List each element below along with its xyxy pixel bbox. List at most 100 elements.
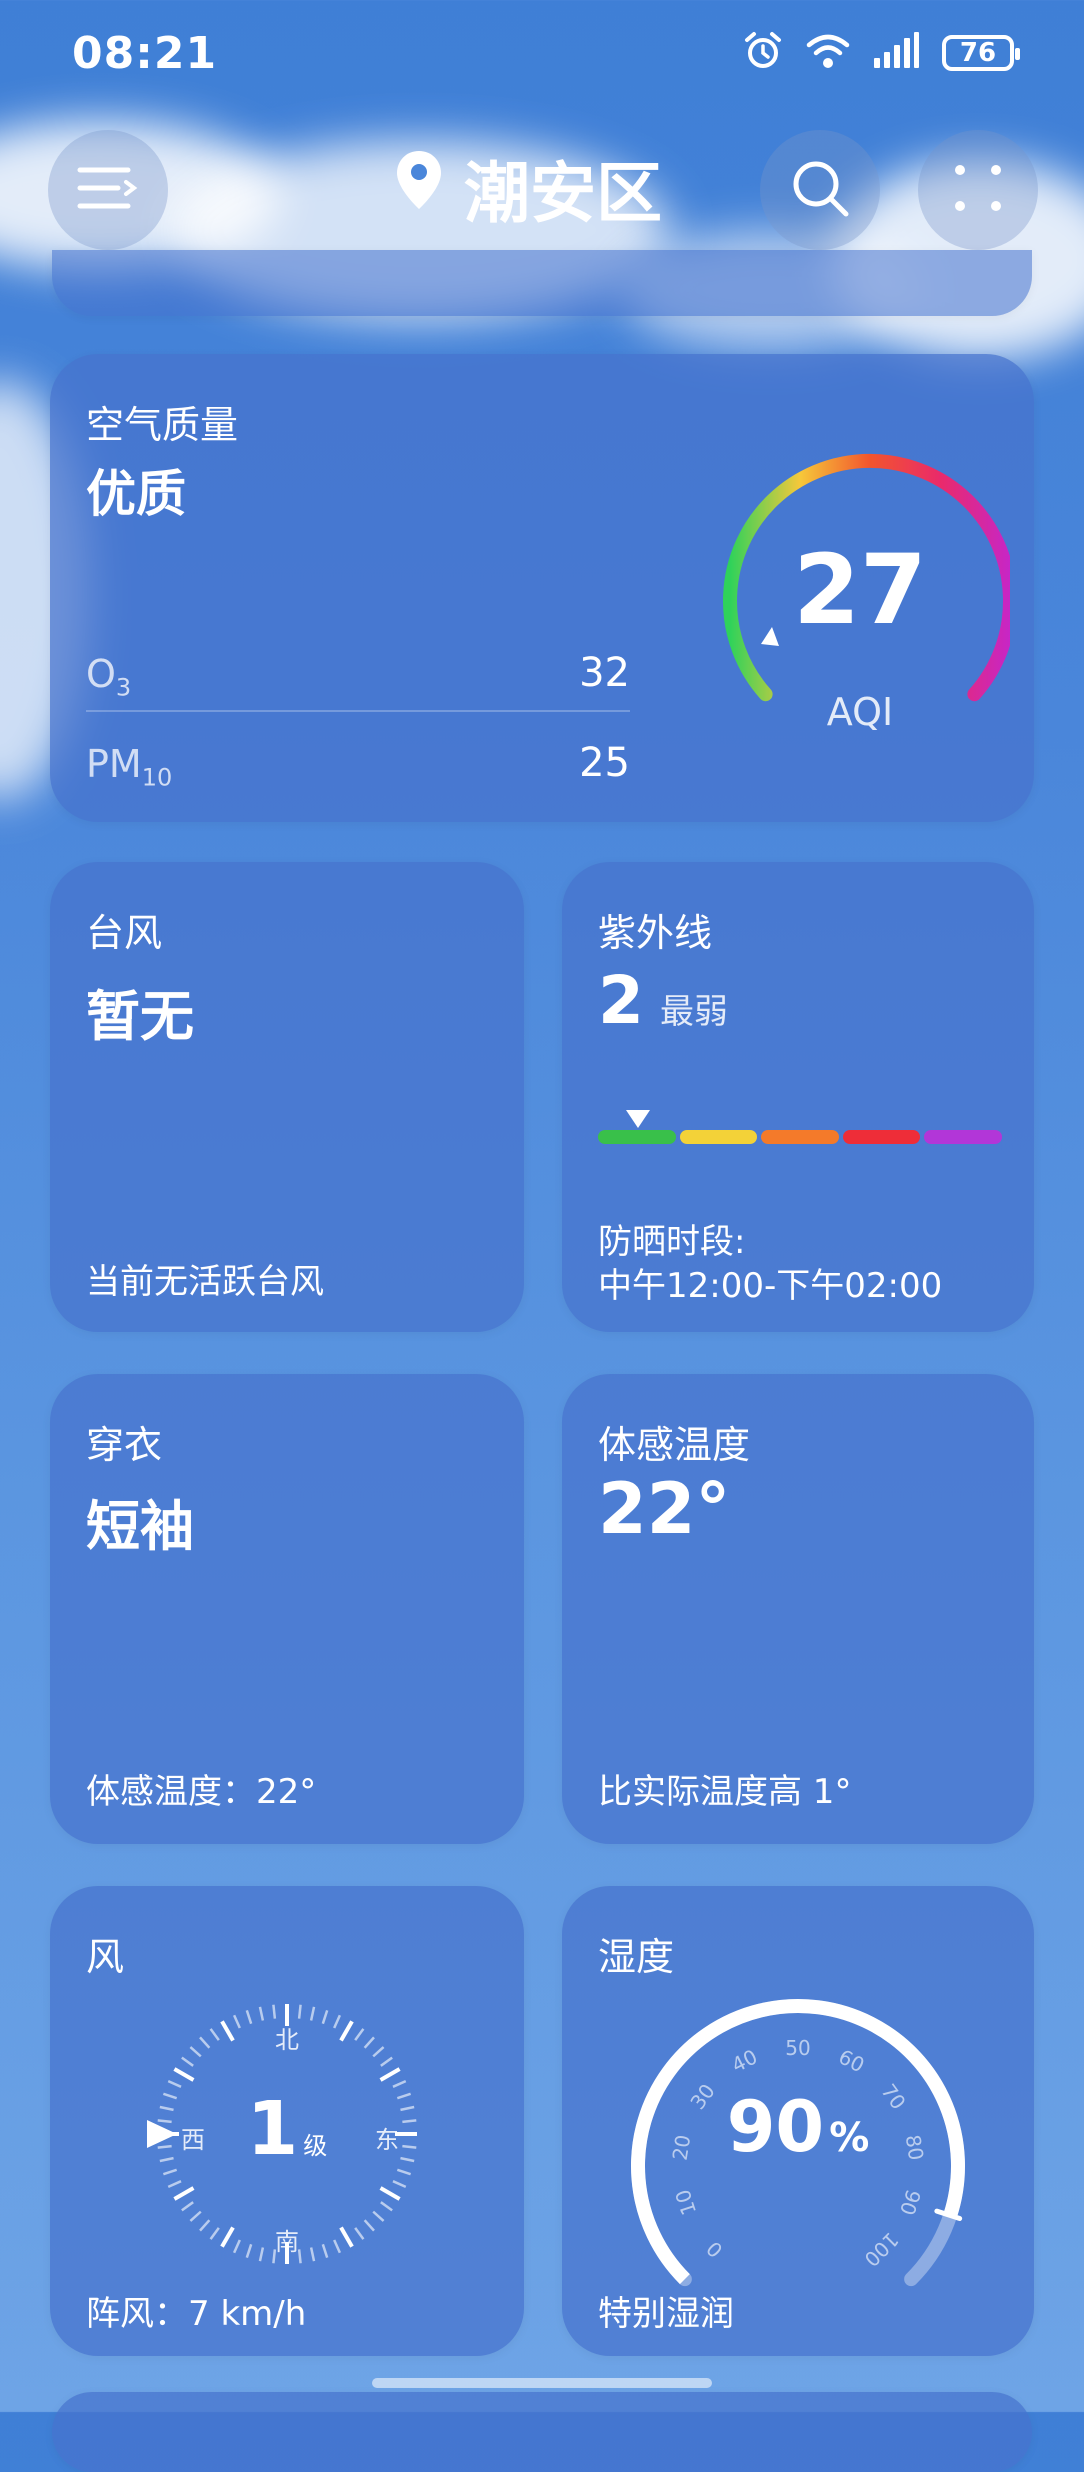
search-icon (788, 156, 852, 224)
compass-tick (181, 2056, 194, 2067)
compass-tick (339, 2020, 354, 2042)
wind-gust: 阵风：7 km/h (86, 2294, 307, 2334)
compass-tick (363, 2219, 375, 2232)
compass-tick (339, 2226, 354, 2248)
aqi-value: 27 (793, 534, 927, 646)
humidity-reading: 90 % (618, 2086, 978, 2168)
location-pin-icon (394, 149, 444, 227)
uv-scale-segment (842, 1130, 921, 1144)
typhoon-card[interactable]: 台风 暂无 当前无活跃台风 (50, 862, 524, 1332)
humidity-status: 特别湿润 (598, 2294, 734, 2334)
pollutant-row: O3 32 (86, 644, 630, 704)
uv-scale-segment (761, 1130, 839, 1144)
humidity-unit: % (829, 2115, 870, 2161)
pollutant-row: PM10 25 (86, 734, 630, 794)
compass-tick (392, 2180, 407, 2189)
menu-button[interactable] (48, 130, 168, 250)
aqi-label: AQI (826, 690, 894, 734)
compass-tick (167, 2180, 182, 2189)
compass-south: 南 (275, 2228, 299, 2256)
compass-tick (380, 2201, 393, 2212)
more-dots-icon (948, 158, 1008, 222)
compass-tick (372, 2210, 385, 2222)
wind-level-unit: 级 (303, 2132, 328, 2160)
compass-tick (380, 2056, 393, 2067)
compass-tick (181, 2201, 194, 2212)
compass-tick (232, 2239, 241, 2254)
humidity-value: 90 (726, 2086, 825, 2168)
clothing-note: 体感温度：22° (86, 1772, 317, 1812)
status-bar: 08:21 76 (0, 0, 1084, 110)
air-quality-label: 空气质量 (86, 403, 239, 447)
compass-tick (232, 2014, 241, 2029)
feels-like-card[interactable]: 体感温度 22° 比实际温度高 1° (562, 1374, 1034, 1844)
aqi-gauge: 27 AQI (650, 414, 1017, 774)
uv-level: 最弱 (659, 992, 728, 1032)
humidity-card[interactable]: 湿度 0 10 20 30 40 50 60 70 80 90 100 90 % 特别湿润 (562, 1886, 1034, 2356)
previous-card-edge (52, 250, 1032, 316)
uv-scale (598, 1130, 1002, 1144)
alarm-icon (742, 30, 784, 76)
compass-tick (363, 2036, 375, 2049)
compass-tick (354, 2028, 365, 2041)
compass-tick (189, 2210, 202, 2222)
compass-tick (173, 2186, 195, 2201)
uv-label: 紫外线 (598, 911, 713, 955)
uv-value: 2 (598, 962, 644, 1039)
humidity-tick-label: 50 (785, 2036, 810, 2060)
compass-tick (245, 2009, 253, 2025)
menu-icon (76, 164, 140, 216)
compass-tick (209, 2028, 220, 2041)
compass-tick (258, 2006, 265, 2021)
compass-north: 北 (275, 2026, 299, 2054)
feels-like-value: 22° (598, 1468, 731, 1550)
feels-like-note: 比实际温度高 1° (598, 1772, 852, 1812)
compass-tick (309, 2006, 316, 2021)
air-quality-card[interactable]: 空气质量 优质 O3 32 PM10 25 27 AQI (50, 354, 1034, 822)
status-time: 08:21 (72, 28, 218, 79)
wind-card[interactable]: 风 北 南 东 西 1 级 阵风：7 km/h (50, 1886, 524, 2356)
compass-tick (199, 2036, 211, 2049)
compass-tick (220, 2226, 235, 2248)
humidity-tick-label: 100 (859, 2227, 903, 2271)
compass-tick (297, 2249, 302, 2264)
clothing-value: 短袖 (86, 1495, 194, 1558)
typhoon-value: 暂无 (86, 985, 194, 1048)
wifi-icon (806, 32, 850, 74)
humidity-tick-label: 60 (835, 2044, 869, 2077)
home-indicator[interactable] (372, 2378, 712, 2388)
humidity-label: 湿度 (598, 1935, 675, 1979)
battery-icon: 76 (942, 35, 1020, 71)
divider (86, 710, 630, 712)
signal-icon (872, 32, 920, 74)
more-button[interactable] (918, 130, 1038, 250)
pollutant-name: PM10 (86, 742, 173, 792)
uv-note-time: 中午12:00-下午02:00 (598, 1266, 943, 1306)
compass-tick (245, 2243, 253, 2259)
compass-tick (321, 2243, 329, 2259)
clothing-label: 穿衣 (86, 1423, 163, 1467)
compass-tick (333, 2014, 342, 2029)
clothing-card[interactable]: 穿衣 短袖 体感温度：22° (50, 1374, 524, 1844)
compass-tick (372, 2046, 385, 2058)
search-button[interactable] (760, 130, 880, 250)
uv-scale-segment (679, 1130, 758, 1144)
location-name: 潮安区 (464, 155, 662, 232)
uv-note-title: 防晒时段: (598, 1222, 746, 1262)
typhoon-note: 当前无活跃台风 (86, 1262, 324, 1302)
air-quality-status: 优质 (86, 465, 186, 523)
wind-compass: 北 南 东 西 1 级 (147, 1994, 427, 2274)
compass-tick (258, 2247, 265, 2262)
compass-tick (379, 2186, 401, 2201)
uv-card[interactable]: 紫外线 2 最弱 防晒时段: 中午12:00-下午02:00 (562, 862, 1034, 1332)
compass-tick (199, 2219, 211, 2232)
compass-tick (321, 2009, 329, 2025)
feels-like-label: 体感温度 (598, 1423, 751, 1467)
compass-tick (209, 2227, 220, 2240)
compass-tick (189, 2046, 202, 2058)
typhoon-label: 台风 (86, 911, 163, 955)
compass-tick (272, 2004, 277, 2019)
compass-tick (354, 2227, 365, 2240)
location-title[interactable]: 潮安区 (394, 140, 662, 236)
uv-reading: 2 最弱 (598, 962, 728, 1039)
